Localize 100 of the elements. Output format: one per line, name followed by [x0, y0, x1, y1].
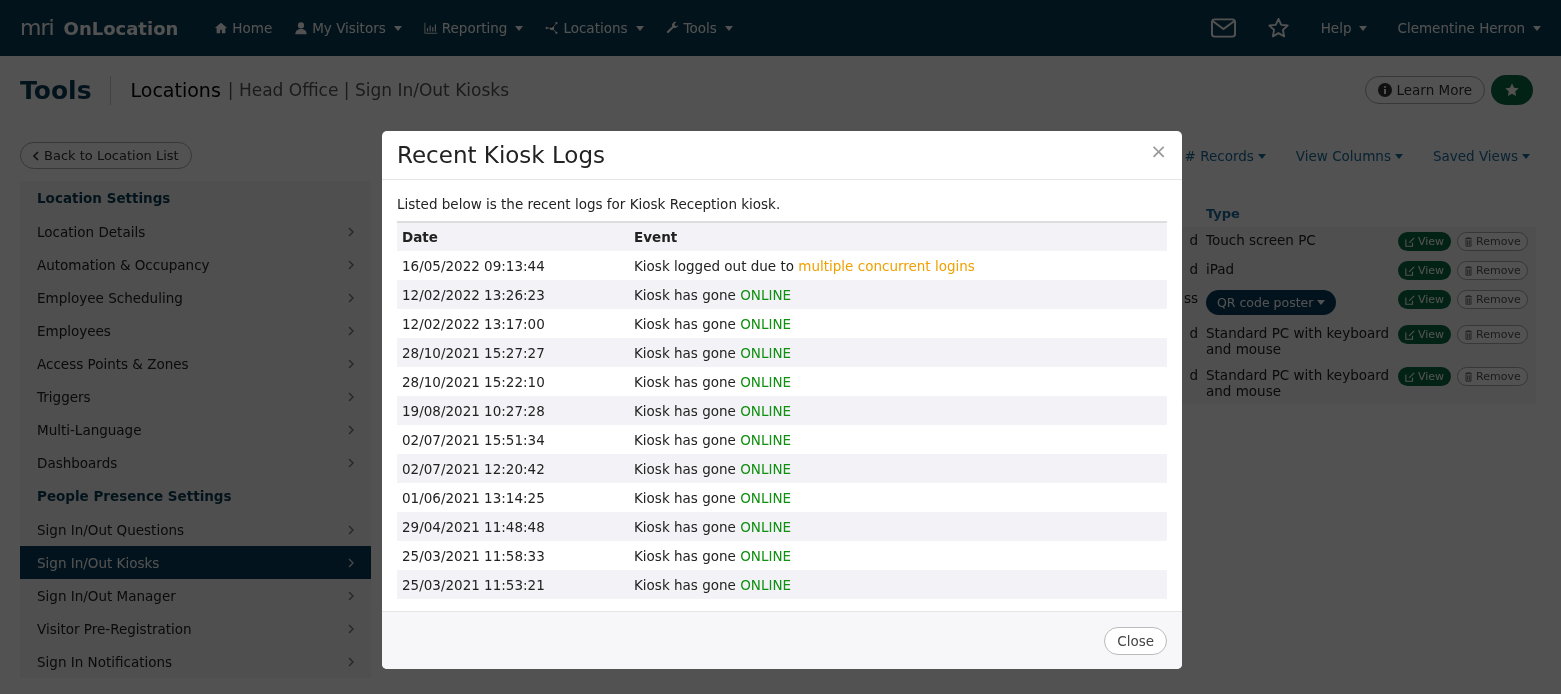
table-cell: 12/02/2022 13:26:23 [397, 280, 629, 309]
sidebar-item[interactable]: Visitor Pre-Registration [20, 612, 371, 645]
trash-icon [1464, 265, 1474, 276]
table-cell: Kiosk has gone ONLINE [629, 396, 1167, 425]
chart-icon [423, 21, 438, 35]
caret-icon [1522, 153, 1530, 159]
edit-icon [1405, 329, 1415, 340]
app-name[interactable]: OnLocation [63, 17, 179, 39]
toolbar-dropdown[interactable]: # Records [1184, 148, 1266, 164]
table-cell: Kiosk has gone ONLINE [629, 483, 1167, 512]
table-cell: 25/03/2021 11:58:33 [397, 541, 629, 570]
table-cell: Kiosk has gone ONLINE [629, 425, 1167, 454]
trash-icon [1464, 371, 1474, 382]
table-cell: Touch screen PC [1206, 232, 1316, 248]
table-cell: ss [1183, 290, 1198, 306]
view-button[interactable]: View [1398, 232, 1452, 251]
toolbar-dropdown[interactable]: View Columns [1295, 148, 1403, 164]
table-cell: d [1189, 367, 1198, 383]
trash-icon [1464, 236, 1474, 247]
wrench-icon [665, 21, 680, 35]
table-cell: Kiosk has gone ONLINE [629, 367, 1167, 396]
table-cell: 02/07/2021 15:51:34 [397, 425, 629, 454]
edit-icon [1405, 265, 1415, 276]
chevron-right-icon [348, 524, 354, 535]
close-button[interactable]: Close [1104, 626, 1167, 655]
star-icon [1504, 82, 1520, 98]
edit-icon [1405, 294, 1415, 305]
breadcrumb-link[interactable]: Locations [130, 79, 221, 101]
caret-icon [724, 25, 733, 31]
table-cell: Kiosk has gone ONLINE [629, 309, 1167, 338]
table-cell: Kiosk has gone ONLINE [629, 454, 1167, 483]
sidebar-item[interactable]: Sign In/Out Questions [20, 513, 371, 546]
section-heading: Location Settings [36, 189, 172, 208]
sidebar-item[interactable]: Triggers [20, 380, 371, 413]
sidebar-item[interactable]: Employee Scheduling [20, 281, 371, 314]
sidebar-item[interactable]: Dashboards [20, 446, 371, 479]
chevron-right-icon [348, 325, 354, 336]
column-header[interactable]: Type [1206, 206, 1398, 227]
sidebar-item[interactable]: Employees [20, 314, 371, 347]
column-header: Event [629, 222, 1167, 251]
user-icon [294, 21, 309, 35]
sidebar-item[interactable]: Automation & Occupancy [20, 248, 371, 281]
star-icon[interactable] [1265, 17, 1291, 39]
view-button[interactable]: View [1398, 325, 1452, 344]
view-button[interactable]: View [1398, 290, 1452, 309]
chevron-right-icon [348, 259, 354, 270]
sidebar-item[interactable]: Sign In/Out Manager [20, 579, 371, 612]
table-cell: Kiosk logged out due to multiple concurrent logins [629, 251, 1167, 280]
chevron-right-icon [348, 292, 354, 303]
user-menu[interactable]: Clementine Herron [1397, 20, 1541, 36]
table-cell: d [1189, 325, 1198, 341]
table-cell: 28/10/2021 15:22:10 [397, 367, 629, 396]
modal-title: Recent Kiosk Logs [397, 142, 606, 168]
chevron-right-icon [348, 358, 354, 369]
chevron-right-icon [348, 457, 354, 468]
table-cell: Standard PC with keyboard and mouse [1206, 325, 1390, 357]
table-cell: 25/03/2021 11:53:21 [397, 570, 629, 599]
caret-icon [1533, 25, 1541, 31]
table-cell: d [1189, 261, 1198, 277]
nav-menu-item[interactable]: Tools [665, 20, 733, 36]
section-heading: People Presence Settings [36, 487, 233, 506]
mail-icon[interactable] [1210, 17, 1236, 39]
table-cell: d [1189, 232, 1198, 248]
back-button[interactable]: Back to Location List [20, 142, 192, 169]
table-cell: 12/02/2022 13:17:00 [397, 309, 629, 338]
caret-icon [1317, 300, 1326, 305]
sidebar-item[interactable]: Sign In/Out Kiosks [20, 546, 371, 579]
modal-description: Listed below is the recent logs for Kiosk Reception kiosk. [397, 196, 782, 212]
type-dropdown[interactable]: QR code poster [1206, 290, 1337, 315]
table-cell: 02/07/2021 12:20:42 [397, 454, 629, 483]
nav-menu-item[interactable]: Reporting [423, 20, 524, 36]
help-menu[interactable]: Help [1320, 20, 1368, 36]
chevron-left-icon [33, 150, 39, 161]
table-cell: 29/04/2021 11:48:48 [397, 512, 629, 541]
edit-icon [1405, 236, 1415, 247]
favorite-button[interactable] [1491, 75, 1533, 105]
table-cell: 19/08/2021 10:27:28 [397, 396, 629, 425]
learn-more-button[interactable]: Learn More [1364, 76, 1485, 104]
nav-menu-item[interactable]: Home [214, 20, 273, 36]
chevron-right-icon [348, 424, 354, 435]
caret-icon [515, 25, 524, 31]
trash-icon [1464, 294, 1474, 305]
table-cell: 16/05/2022 09:13:44 [397, 251, 629, 280]
nav-menu-item[interactable]: Locations [545, 20, 644, 36]
chevron-right-icon [348, 656, 354, 667]
sidebar-item[interactable]: Access Points & Zones [20, 347, 371, 380]
sidebar-item[interactable]: Location Details [20, 215, 371, 248]
toolbar-dropdown[interactable]: Saved Views [1432, 148, 1530, 164]
home-icon [214, 21, 229, 35]
view-button[interactable]: View [1398, 261, 1452, 280]
table-cell: Kiosk has gone ONLINE [629, 338, 1167, 367]
view-button[interactable]: View [1398, 367, 1452, 386]
chevron-right-icon [348, 557, 354, 568]
logo[interactable]: mri [20, 17, 54, 39]
sidebar-item[interactable]: Multi-Language [20, 413, 371, 446]
caret-icon [393, 25, 402, 31]
sidebar-item[interactable]: Sign In Notifications [20, 645, 371, 678]
nav-menu-item[interactable]: My Visitors [294, 20, 402, 36]
page-title: Tools [20, 75, 111, 105]
table-cell: 01/06/2021 13:14:25 [397, 483, 629, 512]
